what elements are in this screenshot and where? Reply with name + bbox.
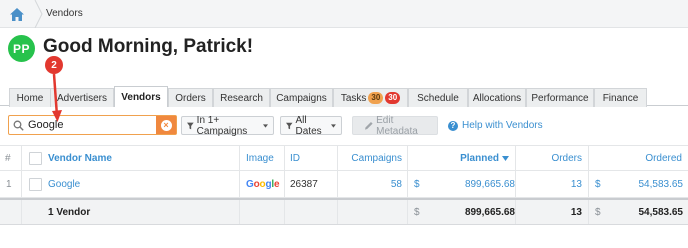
tab-vendors[interactable]: Vendors — [114, 86, 168, 107]
total-label: 1 Vendor — [48, 206, 91, 218]
column-header-orders[interactable]: Orders — [515, 146, 582, 170]
row-index: 1 — [6, 178, 12, 190]
vendor-id: 26387 — [290, 178, 318, 190]
tab-home[interactable]: Home — [9, 88, 51, 107]
tab-allocations[interactable]: Allocations — [468, 88, 526, 107]
column-header-index: # — [5, 152, 11, 164]
tab-advertisers[interactable]: Advertisers — [50, 88, 114, 107]
column-header-image: Image — [246, 152, 274, 164]
avatar: PP — [8, 35, 35, 62]
page-title: Good Morning, Patrick! — [43, 36, 254, 57]
tab-bar: Home Advertisers Vendors Orders Research… — [0, 86, 688, 107]
column-header-campaigns[interactable]: Campaigns — [337, 146, 402, 170]
total-planned-amount: 899,665.68 — [464, 206, 515, 218]
filter-icon — [286, 122, 293, 129]
total-ordered-currency: $ — [595, 206, 601, 218]
tab-tasks[interactable]: Tasks 30 30 — [333, 88, 408, 107]
table-total-row: 1 Vendor $ 899,665.68 13 $ 54,583.65 — [0, 198, 688, 225]
step-badge: 2 — [45, 56, 63, 74]
column-header-planned[interactable]: Planned — [407, 146, 509, 170]
pencil-icon — [365, 121, 373, 130]
orders-count-link[interactable]: 13 — [515, 171, 582, 197]
edit-metadata-button[interactable]: Edit Metadata — [352, 115, 438, 137]
tab-research[interactable]: Research — [213, 88, 270, 107]
select-all-checkbox[interactable] — [29, 146, 42, 170]
total-planned-currency: $ — [414, 206, 420, 218]
tasks-count-badge: 30 — [368, 92, 384, 104]
search-input[interactable] — [28, 117, 158, 133]
home-button[interactable] — [0, 0, 34, 28]
tab-finance[interactable]: Finance — [594, 88, 647, 107]
tab-schedule[interactable]: Schedule — [408, 88, 468, 107]
total-orders-count: 13 — [570, 206, 582, 218]
breadcrumb-bar: Vendors — [0, 0, 688, 28]
vendor-logo: Google — [246, 171, 280, 197]
chevron-down-icon — [262, 123, 268, 128]
help-icon: ? — [448, 120, 458, 131]
tasks-overdue-badge: 30 — [385, 92, 401, 104]
google-logo-icon: Google — [246, 178, 280, 190]
table-footer-space — [0, 225, 688, 248]
ordered-currency: $ — [595, 178, 601, 190]
help-link[interactable]: ? Help with Vendors — [448, 120, 543, 131]
filter-icon — [187, 122, 194, 129]
tab-campaigns[interactable]: Campaigns — [270, 88, 333, 107]
column-header-id[interactable]: ID — [290, 146, 300, 170]
tab-orders[interactable]: Orders — [168, 88, 213, 107]
table-header-row: # Vendor Name Image ID Campaigns Planned… — [0, 145, 688, 171]
total-ordered-amount: 54,583.65 — [638, 206, 684, 218]
campaigns-count-link[interactable]: 58 — [337, 171, 402, 197]
row-checkbox[interactable] — [29, 171, 42, 197]
breadcrumb-current: Vendors — [46, 8, 83, 19]
ordered-amount-link[interactable]: 54,583.65 — [605, 171, 684, 197]
vendor-name-link[interactable]: Google — [48, 171, 80, 197]
table-row: 1 Google Google 26387 58 $ 899,665.68 13… — [0, 171, 688, 198]
column-header-ordered[interactable]: Ordered — [588, 146, 682, 170]
search-box: × — [8, 115, 177, 135]
tab-performance[interactable]: Performance — [526, 88, 594, 107]
breadcrumb-separator-icon — [34, 0, 43, 28]
close-icon: × — [160, 119, 172, 131]
home-icon — [10, 7, 24, 21]
chevron-down-icon — [331, 123, 336, 128]
clear-search-button[interactable]: × — [156, 116, 176, 134]
planned-currency: $ — [414, 178, 420, 190]
search-icon — [13, 120, 24, 131]
sort-desc-icon — [502, 155, 509, 161]
planned-amount-link[interactable]: 899,665.68 — [430, 171, 515, 197]
column-header-vendor-name[interactable]: Vendor Name — [48, 146, 112, 170]
campaigns-filter-dropdown[interactable]: In 1+ Campaigns — [181, 115, 274, 137]
dates-filter-dropdown[interactable]: All Dates — [280, 115, 342, 137]
